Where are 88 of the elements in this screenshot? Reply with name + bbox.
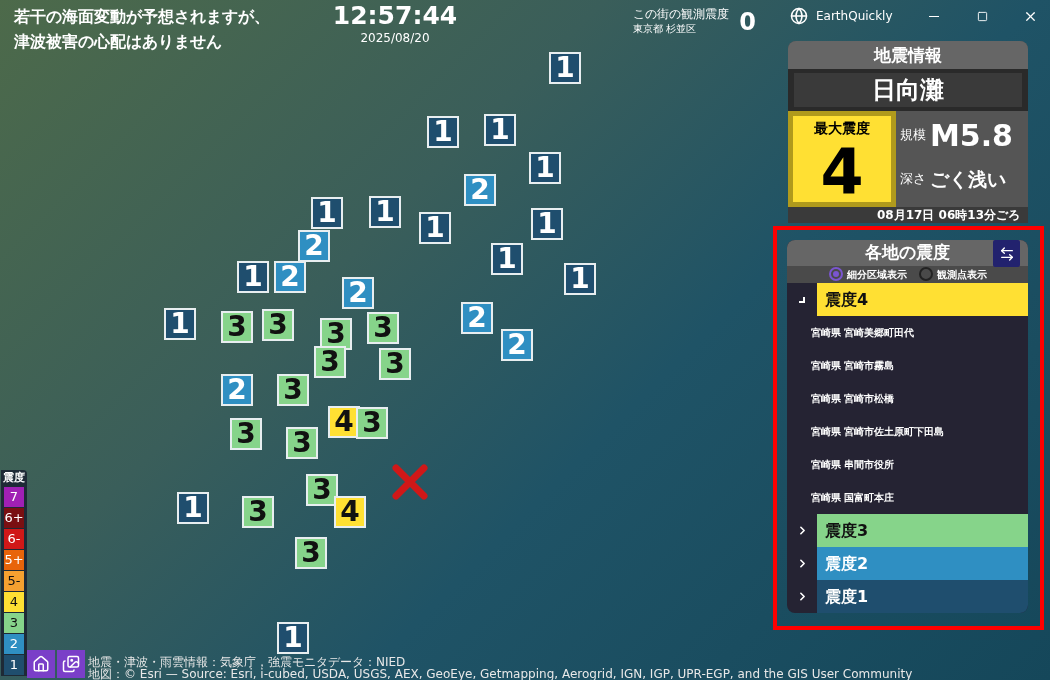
- intensity-marker: 1: [491, 243, 523, 275]
- scale-level: 7: [4, 487, 24, 507]
- magnitude-label: 規模: [900, 126, 926, 145]
- attribution-text: 地震・津波・雨雲情報：気象庁，強震モニタデータ：NIED: [88, 656, 407, 668]
- scale-level: 2: [4, 634, 24, 654]
- station-name: 宮崎県 国富町本庄: [810, 491, 896, 505]
- clock-date: 2025/08/20: [360, 31, 430, 45]
- intensity-marker: 3: [286, 427, 318, 459]
- intensity-marker: 2: [221, 374, 253, 406]
- tsunami-message: 津波被害の心配はありません: [14, 31, 223, 53]
- station-name: 宮崎県 宮崎美郷町田代: [810, 326, 916, 340]
- intensity-group-header[interactable]: 震度4: [817, 283, 1028, 316]
- quake-time: 08月17日 06時13分ごろ: [788, 207, 1028, 223]
- home-icon: [32, 655, 50, 673]
- local-intensity-label: この街の観測震度: [633, 7, 730, 22]
- swap-arrows-icon: [998, 245, 1015, 262]
- intensity-marker: 1: [164, 308, 196, 340]
- station-name: 宮崎県 串間市役所: [810, 458, 896, 472]
- local-location: 東京都 杉並区: [633, 22, 698, 35]
- quake-info-title: 地震情報: [788, 41, 1028, 69]
- intensity-marker: 2: [461, 302, 493, 334]
- local-intensity-value: 0: [739, 7, 756, 38]
- intensity-marker: 1: [427, 116, 459, 148]
- intensity-marker: 2: [501, 329, 533, 361]
- intensity-marker: 3: [356, 407, 388, 439]
- depth-value: ごく浅い: [930, 166, 1006, 192]
- intensity-marker: 3: [367, 312, 399, 344]
- intensity-marker: 2: [464, 174, 496, 206]
- intensity-marker: 3: [306, 474, 338, 506]
- epicenter-region: 日向灘: [794, 73, 1022, 107]
- intensity-marker: 3: [314, 346, 346, 378]
- app-globe-icon: [790, 7, 808, 25]
- station-name: 宮崎県 宮崎市佐土原町下田島: [810, 425, 946, 439]
- depth-label: 深さ: [900, 170, 926, 189]
- intensity-marker: 1: [484, 114, 516, 146]
- intensity-marker: 1: [237, 261, 269, 293]
- display-mode-radio[interactable]: 観測点表示: [918, 266, 987, 282]
- intensity-marker: 3: [379, 348, 411, 380]
- intensity-marker: 1: [369, 196, 401, 228]
- scale-level: 4: [4, 592, 24, 612]
- intensity-marker: 1: [311, 197, 343, 229]
- intensity-marker: 2: [298, 230, 330, 262]
- scale-level: 5-: [4, 571, 24, 591]
- maximize-icon: [976, 10, 988, 22]
- intensity-marker: 3: [277, 374, 309, 406]
- tsunami-message: 若干の海面変動が予想されますが、: [14, 6, 271, 28]
- station-name: 宮崎県 宮崎市霧島: [810, 359, 896, 373]
- pictures-icon: [62, 655, 80, 673]
- intensity-marker: 4: [334, 496, 366, 528]
- intensity-marker: 3: [320, 318, 352, 350]
- max-intensity-value: 4: [820, 139, 864, 205]
- intensity-marker: 1: [419, 212, 451, 244]
- scale-level: 5+: [4, 550, 24, 570]
- display-mode-radio[interactable]: 細分区域表示: [828, 266, 907, 282]
- scale-title: 震度: [3, 470, 25, 486]
- window-title: EarthQuickly: [816, 8, 894, 25]
- intensity-group-header[interactable]: 震度3: [817, 514, 1028, 547]
- intensity-marker: 1: [531, 208, 563, 240]
- intensity-marker: 3: [230, 418, 262, 450]
- magnitude-value: M5.8: [930, 116, 1013, 155]
- intensity-marker: 2: [274, 261, 306, 293]
- station-name: 宮崎県 宮崎市松橋: [810, 392, 896, 406]
- intensity-group-header[interactable]: 震度1: [817, 580, 1028, 613]
- regional-title: 各地の震度: [865, 241, 950, 264]
- collapse-corner-icon[interactable]: [799, 296, 805, 303]
- intensity-marker: 1: [549, 52, 581, 84]
- intensity-marker: 3: [242, 496, 274, 528]
- intensity-marker: 3: [221, 311, 253, 343]
- scale-level: 6+: [4, 508, 24, 528]
- max-intensity-label: 最大震度: [814, 119, 870, 138]
- intensity-marker: 3: [295, 537, 327, 569]
- intensity-marker: 1: [529, 152, 561, 184]
- intensity-group-header[interactable]: 震度2: [817, 547, 1028, 580]
- intensity-marker: 1: [177, 492, 209, 524]
- scale-level: 1: [4, 655, 24, 675]
- clock-time: 12:57:44: [332, 1, 458, 31]
- intensity-marker: 1: [277, 622, 309, 654]
- intensity-marker: 2: [342, 277, 374, 309]
- home-button[interactable]: [27, 650, 55, 678]
- scale-level: 6-: [4, 529, 24, 549]
- epicenter-cross-icon: [392, 464, 428, 500]
- attribution-text: 地図：© Esri — Source: Esri, i-cubed, USDA, USGS, AEX, GeoEye, Getmapping, Aerogrid, IGN, IGP, UPR-EGP, and the GIS User Community: [88, 668, 913, 680]
- swap-toggle-button[interactable]: [993, 240, 1020, 267]
- intensity-marker: 1: [564, 263, 596, 295]
- scale-level: 3: [4, 613, 24, 633]
- intensity-marker: 3: [262, 309, 294, 341]
- gallery-button[interactable]: [57, 650, 85, 678]
- minimize-icon: [929, 15, 939, 17]
